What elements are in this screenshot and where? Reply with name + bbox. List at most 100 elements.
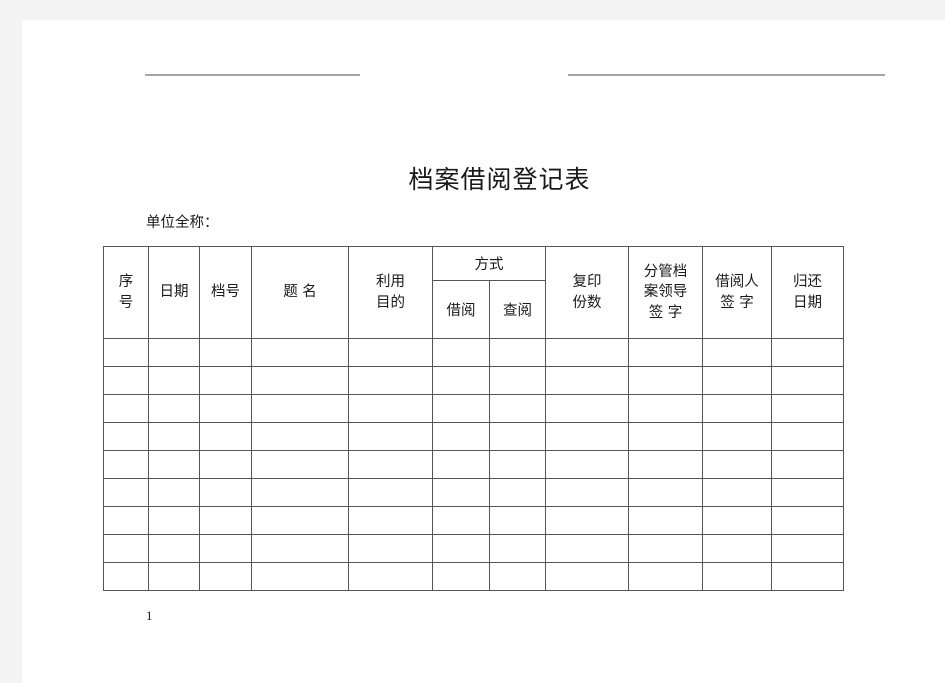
table-cell[interactable] [148,338,200,367]
table-cell[interactable] [199,338,252,367]
table-cell[interactable] [545,450,629,479]
table-cell[interactable] [103,534,149,563]
table-cell[interactable] [771,366,844,395]
table-cell[interactable] [103,422,149,451]
table-cell[interactable] [103,506,149,535]
table-cell[interactable] [771,338,844,367]
table-cell[interactable] [103,338,149,367]
table-cell[interactable] [628,338,703,367]
table-cell[interactable] [103,562,149,591]
table-cell[interactable] [348,338,433,367]
table-cell[interactable] [545,534,629,563]
table-cell[interactable] [702,506,772,535]
table-cell[interactable] [251,478,349,507]
table-cell[interactable] [148,450,200,479]
table-cell[interactable] [348,394,433,423]
table-cell[interactable] [489,338,546,367]
table-cell[interactable] [148,366,200,395]
column-header-seq: 序 号 [103,246,149,339]
table-cell[interactable] [148,506,200,535]
table-cell[interactable] [628,366,703,395]
table-cell[interactable] [251,338,349,367]
table-cell[interactable] [148,478,200,507]
table-cell[interactable] [489,450,546,479]
table-cell[interactable] [103,366,149,395]
table-cell[interactable] [432,338,490,367]
table-cell[interactable] [702,422,772,451]
table-cell[interactable] [432,478,490,507]
table-cell[interactable] [251,534,349,563]
table-cell[interactable] [771,534,844,563]
table-cell[interactable] [199,562,252,591]
table-cell[interactable] [771,394,844,423]
table-cell[interactable] [348,366,433,395]
table-cell[interactable] [489,422,546,451]
table-cell[interactable] [148,534,200,563]
table-cell[interactable] [545,506,629,535]
table-cell[interactable] [702,338,772,367]
table-cell[interactable] [199,422,252,451]
table-cell[interactable] [199,394,252,423]
table-cell[interactable] [251,450,349,479]
table-cell[interactable] [199,534,252,563]
table-cell[interactable] [545,422,629,451]
table-cell[interactable] [432,366,490,395]
table-cell[interactable] [702,562,772,591]
table-cell[interactable] [771,450,844,479]
table-cell[interactable] [348,506,433,535]
table-cell[interactable] [348,478,433,507]
table-cell[interactable] [103,394,149,423]
table-cell[interactable] [348,450,433,479]
table-cell[interactable] [545,366,629,395]
table-cell[interactable] [702,394,772,423]
table-cell[interactable] [771,506,844,535]
table-cell[interactable] [771,478,844,507]
table-cell[interactable] [432,394,490,423]
table-cell[interactable] [771,422,844,451]
table-cell[interactable] [702,450,772,479]
table-cell[interactable] [251,422,349,451]
table-cell[interactable] [348,422,433,451]
table-cell[interactable] [702,366,772,395]
table-cell[interactable] [489,478,546,507]
table-cell[interactable] [148,422,200,451]
table-cell[interactable] [545,394,629,423]
table-cell[interactable] [628,422,703,451]
table-cell[interactable] [628,506,703,535]
table-cell[interactable] [628,450,703,479]
table-cell[interactable] [628,478,703,507]
table-cell[interactable] [702,478,772,507]
table-cell[interactable] [489,562,546,591]
table-cell[interactable] [348,562,433,591]
table-cell[interactable] [251,562,349,591]
table-cell[interactable] [628,534,703,563]
table-cell[interactable] [628,562,703,591]
table-cell[interactable] [489,506,546,535]
table-cell[interactable] [489,534,546,563]
table-cell[interactable] [199,478,252,507]
table-cell[interactable] [103,450,149,479]
table-cell[interactable] [545,478,629,507]
table-cell[interactable] [432,506,490,535]
table-cell[interactable] [199,506,252,535]
table-cell[interactable] [251,366,349,395]
table-cell[interactable] [432,422,490,451]
table-cell[interactable] [432,450,490,479]
table-cell[interactable] [251,506,349,535]
table-cell[interactable] [489,366,546,395]
table-cell[interactable] [348,534,433,563]
table-cell[interactable] [251,394,349,423]
table-cell[interactable] [199,366,252,395]
table-cell[interactable] [545,562,629,591]
table-cell[interactable] [545,338,629,367]
table-cell[interactable] [628,394,703,423]
table-cell[interactable] [199,450,252,479]
table-cell[interactable] [103,478,149,507]
table-cell[interactable] [432,562,490,591]
table-cell[interactable] [489,394,546,423]
table-cell[interactable] [771,562,844,591]
table-cell[interactable] [432,534,490,563]
table-cell[interactable] [148,394,200,423]
table-cell[interactable] [702,534,772,563]
table-cell[interactable] [148,562,200,591]
